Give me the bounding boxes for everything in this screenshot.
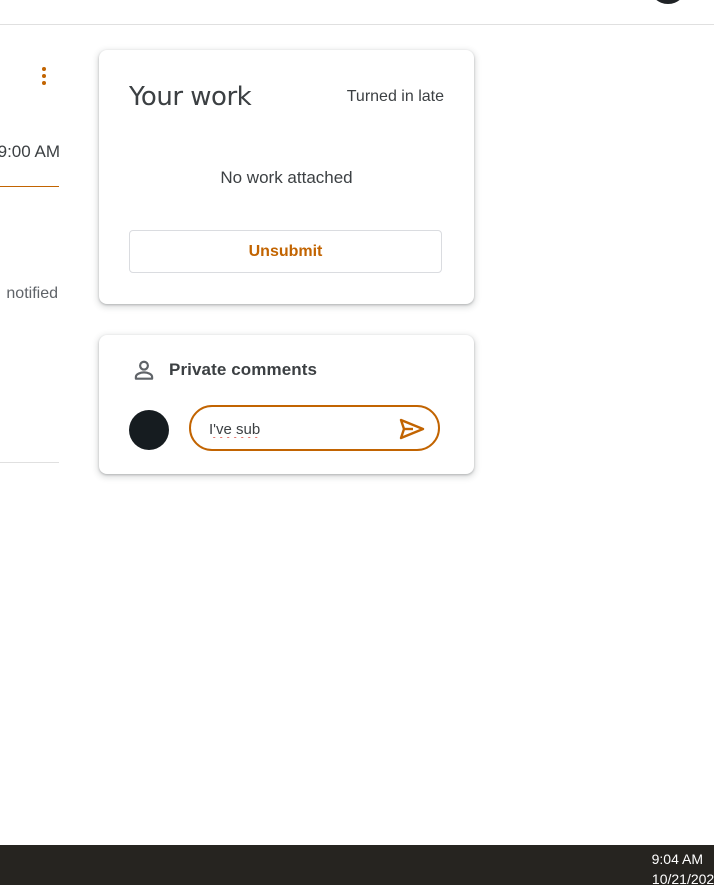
comment-field: [189, 405, 440, 451]
unsubmit-button[interactable]: Unsubmit: [129, 230, 442, 273]
user-avatar: [129, 410, 169, 450]
your-work-title: Your work: [129, 82, 252, 112]
your-work-card: Your work Turned in late No work attache…: [99, 50, 474, 304]
system-clock[interactable]: 9:04 AM 10/21/2021: [624, 849, 714, 885]
private-comments-card: Private comments: [99, 335, 474, 474]
more-vertical-icon: [42, 67, 46, 71]
private-comments-header: Private comments: [131, 357, 317, 383]
private-comment-input[interactable]: [209, 419, 389, 439]
send-comment-button[interactable]: [398, 417, 426, 441]
due-time: 9:00 AM: [0, 142, 60, 161]
top-bar-divider: [0, 24, 714, 25]
more-options-button[interactable]: [36, 62, 52, 90]
more-vertical-icon-dot: [42, 81, 46, 85]
more-vertical-icon-dot: [42, 74, 46, 78]
clock-date: 10/21/2021: [651, 871, 714, 885]
send-icon: [399, 418, 425, 440]
os-taskbar: 9:04 AM 10/21/2021: [0, 845, 714, 885]
classroom-assignment-view: 9:00 AM notified Your work Turned in lat…: [0, 0, 714, 885]
account-avatar[interactable]: [650, 0, 686, 4]
clock-time: 9:04 AM: [651, 851, 703, 867]
notified-text: notified: [6, 285, 58, 302]
private-comments-title: Private comments: [169, 360, 318, 379]
person-icon: [134, 360, 154, 380]
no-work-message: No work attached: [220, 168, 353, 187]
due-underline: [0, 186, 59, 187]
left-divider: [0, 462, 59, 463]
submission-status: Turned in late: [346, 88, 444, 105]
